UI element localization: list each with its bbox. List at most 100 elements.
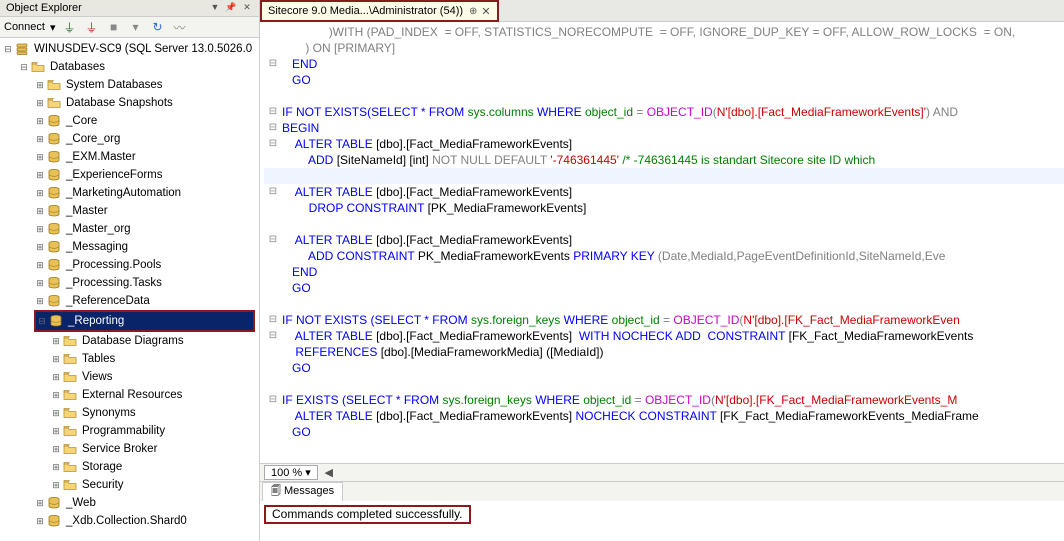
dbchild-tables[interactable]: ⊞Tables <box>0 350 259 368</box>
dbchild-synonyms[interactable]: ⊞Synonyms <box>0 404 259 422</box>
databases-folder[interactable]: ⊟Databases <box>0 58 259 76</box>
db-_MarketingAutomation[interactable]: ⊞_MarketingAutomation <box>0 184 259 202</box>
db-_Xdb.Collection.Shard0[interactable]: ⊞_Xdb.Collection.Shard0 <box>0 512 259 530</box>
expander-icon[interactable]: ⊞ <box>34 152 46 163</box>
expander-icon[interactable]: ⊞ <box>34 116 46 127</box>
expander-icon[interactable]: ⊞ <box>50 444 62 455</box>
system-databases[interactable]: ⊞System Databases <box>0 76 259 94</box>
folder-icon <box>46 96 62 110</box>
db-_Master_org[interactable]: ⊞_Master_org <box>0 220 259 238</box>
expander-icon[interactable]: ⊟ <box>2 44 14 55</box>
expander-icon[interactable]: ⊞ <box>34 98 46 109</box>
dbchild-programmability[interactable]: ⊞Programmability <box>0 422 259 440</box>
db-_Core_org[interactable]: ⊞_Core_org <box>0 130 259 148</box>
expander-icon[interactable]: ⊞ <box>50 372 62 383</box>
tab-label: Sitecore 9.0 Media...\Administrator (54)… <box>268 5 463 17</box>
filter2-icon[interactable]: ⏚ <box>84 19 100 35</box>
expander-icon[interactable]: ⊞ <box>34 134 46 145</box>
expander-icon[interactable]: ⊞ <box>50 480 62 491</box>
messages-tab[interactable]: 🗐Messages <box>262 482 343 502</box>
db-_Messaging[interactable]: ⊞_Messaging <box>0 238 259 256</box>
folder-icon <box>46 78 62 92</box>
expander-icon[interactable]: ⊞ <box>34 224 46 235</box>
messages-icon: 🗐 <box>271 486 281 497</box>
db-_Core[interactable]: ⊞_Core <box>0 112 259 130</box>
dropdown-icon[interactable]: ▼ <box>209 2 221 14</box>
expander-icon[interactable]: ⊟ <box>36 316 48 327</box>
folder-icon <box>62 460 78 474</box>
database-icon <box>46 150 62 164</box>
folder-icon <box>62 334 78 348</box>
folder-icon <box>62 442 78 456</box>
zoom-select[interactable]: 100 % ▾ <box>264 465 318 480</box>
dbchild-views[interactable]: ⊞Views <box>0 368 259 386</box>
messages-output: Commands completed successfully. <box>260 501 1064 541</box>
db-_Processing.Pools[interactable]: ⊞_Processing.Pools <box>0 256 259 274</box>
database-icon <box>46 114 62 128</box>
db-_Web[interactable]: ⊞_Web <box>0 494 259 512</box>
db-_ExperienceForms[interactable]: ⊞_ExperienceForms <box>0 166 259 184</box>
dbchild-database-diagrams[interactable]: ⊞Database Diagrams <box>0 332 259 350</box>
expander-icon[interactable]: ⊞ <box>34 80 46 91</box>
folder-icon <box>62 388 78 402</box>
expander-icon[interactable]: ⊞ <box>50 408 62 419</box>
expander-icon[interactable]: ⊞ <box>34 296 46 307</box>
database-icon <box>46 496 62 510</box>
explorer-toolbar: Connect ▾ ⏚ ⏚ ■ ▾ ↻ 〰 <box>0 17 259 38</box>
expander-icon[interactable]: ⊞ <box>34 498 46 509</box>
database-icon <box>46 186 62 200</box>
database-icon <box>46 276 62 290</box>
dbchild-external-resources[interactable]: ⊞External Resources <box>0 386 259 404</box>
db-_Processing.Tasks[interactable]: ⊞_Processing.Tasks <box>0 274 259 292</box>
db-_EXM.Master[interactable]: ⊞_EXM.Master <box>0 148 259 166</box>
stop-icon[interactable]: ■ <box>106 19 122 35</box>
db-_ReferenceData[interactable]: ⊞_ReferenceData <box>0 292 259 310</box>
db-_Master[interactable]: ⊞_Master <box>0 202 259 220</box>
filter-icon[interactable]: ⏚ <box>62 19 78 35</box>
editor-tab-active[interactable]: Sitecore 9.0 Media...\Administrator (54)… <box>260 0 499 22</box>
server-node[interactable]: ⊟WINUSDEV-SC9 (SQL Server 13.0.5026.0 <box>0 40 259 58</box>
database-icon <box>46 168 62 182</box>
dropdown2-icon[interactable]: ▾ <box>128 19 144 35</box>
refresh-icon[interactable]: ↻ <box>150 19 166 35</box>
pin-icon[interactable]: 📌 <box>225 2 237 14</box>
database-icon <box>46 132 62 146</box>
db-_Reporting[interactable]: ⊟_Reporting <box>36 312 253 330</box>
scroll-left-icon[interactable]: ◀ <box>322 466 336 479</box>
dbchild-security[interactable]: ⊞Security <box>0 476 259 494</box>
close-icon[interactable]: ✕ <box>241 2 253 14</box>
expander-icon[interactable]: ⊞ <box>34 170 46 181</box>
folder-icon <box>62 406 78 420</box>
success-message: Commands completed successfully. <box>264 505 471 524</box>
tab-close-icon[interactable]: ✕ <box>481 5 490 18</box>
dbchild-service-broker[interactable]: ⊞Service Broker <box>0 440 259 458</box>
database-snapshots[interactable]: ⊞Database Snapshots <box>0 94 259 112</box>
expander-icon[interactable]: ⊞ <box>50 390 62 401</box>
tab-pin-icon[interactable]: ⊕ <box>469 6 477 17</box>
expander-icon[interactable]: ⊞ <box>34 206 46 217</box>
expander-icon[interactable]: ⊞ <box>34 278 46 289</box>
folder-icon <box>30 60 46 74</box>
database-icon <box>46 294 62 308</box>
object-tree[interactable]: ⊟WINUSDEV-SC9 (SQL Server 13.0.5026.0⊟Da… <box>0 38 259 541</box>
sql-editor[interactable]: )WITH (PAD_INDEX = OFF, STATISTICS_NOREC… <box>260 22 1064 463</box>
expander-icon[interactable]: ⊞ <box>34 188 46 199</box>
connect-button[interactable]: Connect ▾ <box>4 21 56 34</box>
expander-icon[interactable]: ⊞ <box>50 426 62 437</box>
expander-icon[interactable]: ⊞ <box>34 242 46 253</box>
main-area: Sitecore 9.0 Media...\Administrator (54)… <box>260 0 1064 541</box>
app-root: Object Explorer ▼ 📌 ✕ Connect ▾ ⏚ ⏚ ■ ▾ … <box>0 0 1064 541</box>
server-icon <box>14 42 30 56</box>
database-icon <box>46 240 62 254</box>
expander-icon[interactable]: ⊞ <box>50 354 62 365</box>
expander-icon[interactable]: ⊞ <box>34 260 46 271</box>
dbchild-storage[interactable]: ⊞Storage <box>0 458 259 476</box>
expander-icon[interactable]: ⊟ <box>18 62 30 73</box>
folder-icon <box>62 478 78 492</box>
activity-icon[interactable]: 〰 <box>172 19 188 35</box>
expander-icon[interactable]: ⊞ <box>34 516 46 527</box>
object-explorer-panel: Object Explorer ▼ 📌 ✕ Connect ▾ ⏚ ⏚ ■ ▾ … <box>0 0 260 541</box>
folder-icon <box>62 424 78 438</box>
expander-icon[interactable]: ⊞ <box>50 336 62 347</box>
expander-icon[interactable]: ⊞ <box>50 462 62 473</box>
